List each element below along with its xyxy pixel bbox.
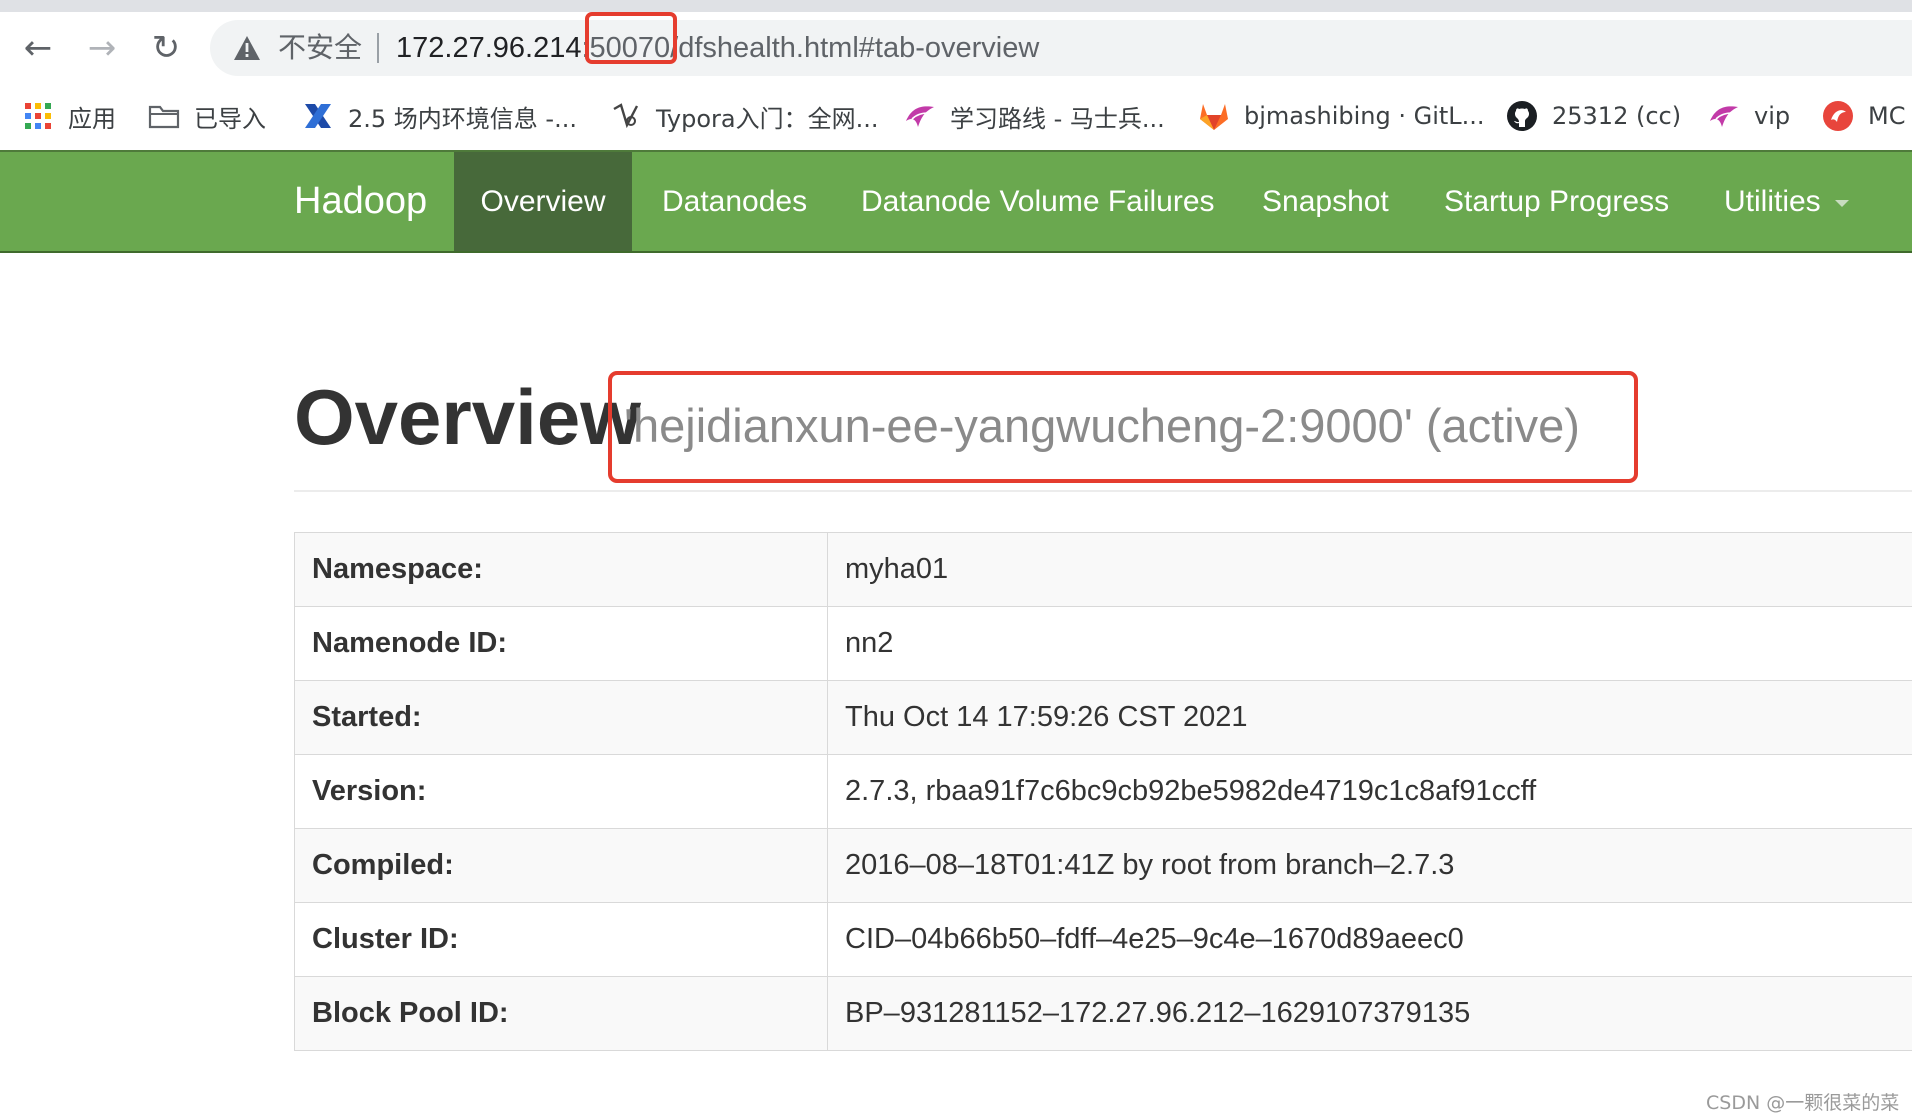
folder-icon	[148, 100, 180, 132]
row-label: Namenode ID:	[294, 606, 828, 681]
tab-utilities-dropdown[interactable]: Utilities	[1724, 152, 1849, 251]
row-value: nn2	[827, 606, 1912, 681]
bookmark-label: 2.5 场内环境信息 -...	[348, 104, 577, 133]
confluence-x-icon	[302, 100, 334, 132]
overview-info-table: Namespace: myha01 Namenode ID: nn2 Start…	[294, 532, 1912, 1051]
subtitle-highlight-box	[608, 371, 1638, 483]
back-arrow-icon: ←	[23, 28, 53, 68]
warning-triangle-icon[interactable]	[232, 34, 262, 62]
table-row: Started: Thu Oct 14 17:59:26 CST 2021	[294, 680, 1912, 755]
tab-label: Overview	[480, 184, 606, 218]
port-highlight-box	[585, 12, 677, 64]
table-row: Block Pool ID: BP–931281152–172.27.96.21…	[294, 976, 1912, 1051]
tab-datanode-volume-failures[interactable]: Datanode Volume Failures	[861, 152, 1215, 251]
tab-label: Datanodes	[662, 184, 808, 218]
tab-label: Utilities	[1724, 184, 1821, 218]
back-button[interactable]: ←	[18, 28, 58, 68]
table-row: Version: 2.7.3, rbaa91f7c6bc9cb92be5982d…	[294, 754, 1912, 829]
row-label: Block Pool ID:	[294, 976, 828, 1051]
bookmark-label: 25312 (cc)	[1552, 102, 1682, 130]
bookmark-github[interactable]: 25312 (cc)	[1506, 96, 1681, 136]
table-row: Namespace: myha01	[294, 532, 1912, 607]
brand-logo[interactable]: Hadoop	[294, 176, 427, 226]
bookmark-label: vip	[1754, 102, 1791, 130]
row-value: Thu Oct 14 17:59:26 CST 2021	[827, 680, 1912, 755]
reload-icon: ↻	[151, 28, 181, 68]
bookmark-env-info[interactable]: 2.5 场内环境信息 -...	[302, 96, 577, 136]
bookmark-mc[interactable]: MC	[1822, 96, 1905, 136]
row-value: myha01	[827, 532, 1912, 607]
row-value: CID–04b66b50–fdff–4e25–9c4e–1670d89aeec0	[827, 902, 1912, 977]
row-value: 2.7.3, rbaa91f7c6bc9cb92be5982de4719c1c8…	[827, 754, 1912, 829]
table-row: Namenode ID: nn2	[294, 606, 1912, 681]
tab-datanodes[interactable]: Datanodes	[662, 152, 807, 251]
apps-grid-icon	[22, 100, 54, 132]
bookmark-gitlab[interactable]: bjmashibing · GitL...	[1198, 96, 1485, 136]
header-divider	[294, 490, 1912, 492]
tab-label: Snapshot	[1262, 184, 1389, 218]
bookmark-imported[interactable]: 已导入	[148, 96, 266, 136]
tab-label: Datanode Volume Failures	[861, 184, 1215, 218]
bookmark-label: 学习路线 - 马士兵...	[950, 104, 1165, 133]
page-title: Overview	[294, 373, 641, 461]
row-value: 2016–08–18T01:41Z by root from branch–2.…	[827, 828, 1912, 903]
reload-button[interactable]: ↻	[146, 28, 186, 68]
bookmark-roadmap[interactable]: 学习路线 - 马士兵...	[904, 96, 1165, 136]
row-label: Namespace:	[294, 532, 828, 607]
bird-icon	[904, 100, 936, 132]
red-circle-icon	[1822, 100, 1854, 132]
insecure-label[interactable]: 不安全	[278, 29, 362, 67]
row-label: Cluster ID:	[294, 902, 828, 977]
forward-button[interactable]: →	[82, 28, 122, 68]
row-label: Compiled:	[294, 828, 828, 903]
caret-down-icon	[1834, 200, 1849, 207]
bird-icon	[1708, 100, 1740, 132]
watermark-text: CSDN @一颗很菜的菜	[1706, 1092, 1900, 1114]
bookmark-typora[interactable]: Typora入门：全网...	[610, 96, 879, 136]
url-separator	[377, 33, 379, 63]
tab-overview[interactable]: Overview	[454, 152, 632, 251]
bookmark-label: MC	[1868, 102, 1906, 130]
bookmark-label: 应用	[68, 104, 116, 133]
bookmark-label: 已导入	[194, 104, 266, 133]
bookmark-label: bjmashibing · GitL...	[1244, 102, 1485, 130]
github-icon	[1506, 100, 1538, 132]
typora-icon	[610, 100, 642, 132]
bookmark-label: Typora入门：全网...	[656, 104, 879, 133]
tab-snapshot[interactable]: Snapshot	[1262, 152, 1389, 251]
table-row: Cluster ID: CID–04b66b50–fdff–4e25–9c4e–…	[294, 902, 1912, 977]
row-label: Version:	[294, 754, 828, 829]
url-text[interactable]: 172.27.96.214:50070/dfshealth.html#tab-o…	[396, 30, 1039, 66]
bookmark-vip[interactable]: vip	[1708, 96, 1790, 136]
table-row: Compiled: 2016–08–18T01:41Z by root from…	[294, 828, 1912, 903]
row-label: Started:	[294, 680, 828, 755]
tab-label: Startup Progress	[1444, 184, 1670, 218]
url-host: 172.27.96.214	[396, 32, 582, 64]
forward-arrow-icon: →	[87, 28, 117, 68]
gitlab-fox-icon	[1198, 100, 1230, 132]
browser-tab-strip	[0, 0, 1912, 12]
row-value: BP–931281152–172.27.96.212–1629107379135	[827, 976, 1912, 1051]
tab-startup-progress[interactable]: Startup Progress	[1444, 152, 1669, 251]
bookmark-apps[interactable]: 应用	[22, 96, 116, 136]
